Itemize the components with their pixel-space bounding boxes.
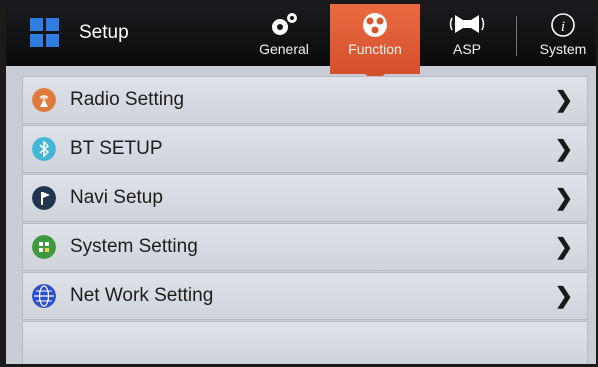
navigation-icon	[32, 186, 56, 210]
tab-general-label: General	[259, 41, 309, 57]
page-title: Setup	[79, 22, 129, 43]
tab-asp-label: ASP	[452, 41, 481, 57]
tab-system-label: System	[539, 41, 587, 57]
speaker-icon	[449, 15, 485, 33]
list-item-label: System Setting	[70, 236, 198, 257]
list-item-label: Net Work Setting	[70, 285, 214, 306]
chevron-right-icon: ❯	[554, 234, 573, 259]
svg-text:i: i	[561, 19, 565, 35]
tab-function[interactable]: Function	[330, 4, 420, 74]
list-item-label: BT SETUP	[70, 138, 163, 159]
list-item-label: Navi Setup	[70, 187, 163, 208]
tab-asp[interactable]: ASP	[436, 4, 498, 66]
list-item-empty	[22, 321, 588, 364]
settings-list: Radio Setting ❯ BT SETUP ❯ Navi Setup ❯	[22, 76, 588, 364]
tab-divider	[516, 16, 517, 56]
tab-system[interactable]: i System	[530, 4, 596, 66]
list-item-radio-setting[interactable]: Radio Setting ❯	[22, 76, 588, 124]
list-item-label: Radio Setting	[70, 89, 185, 110]
chevron-right-icon: ❯	[554, 87, 573, 112]
function-icon	[363, 13, 387, 37]
list-item-system-setting[interactable]: System Setting ❯	[22, 223, 588, 271]
bluetooth-icon	[32, 137, 56, 161]
globe-icon	[32, 284, 56, 308]
tab-function-label: Function	[348, 41, 402, 57]
chevron-right-icon: ❯	[554, 136, 573, 161]
info-icon: i	[551, 13, 575, 37]
chevron-right-icon: ❯	[554, 283, 573, 308]
screen: Setup General Function ASP i System Radi…	[6, 4, 596, 364]
gears-icon	[272, 13, 297, 35]
list-item-navi-setup[interactable]: Navi Setup ❯	[22, 174, 588, 222]
top-bar: Setup General Function ASP i System	[6, 4, 596, 74]
windows-icon[interactable]	[30, 18, 60, 48]
radio-icon	[32, 88, 56, 112]
list-item-net-work-setting[interactable]: Net Work Setting ❯	[22, 272, 588, 320]
system-icon	[32, 235, 56, 259]
chevron-right-icon: ❯	[554, 185, 573, 210]
tab-general[interactable]: General	[250, 4, 318, 66]
list-item-bt-setup[interactable]: BT SETUP ❯	[22, 125, 588, 173]
